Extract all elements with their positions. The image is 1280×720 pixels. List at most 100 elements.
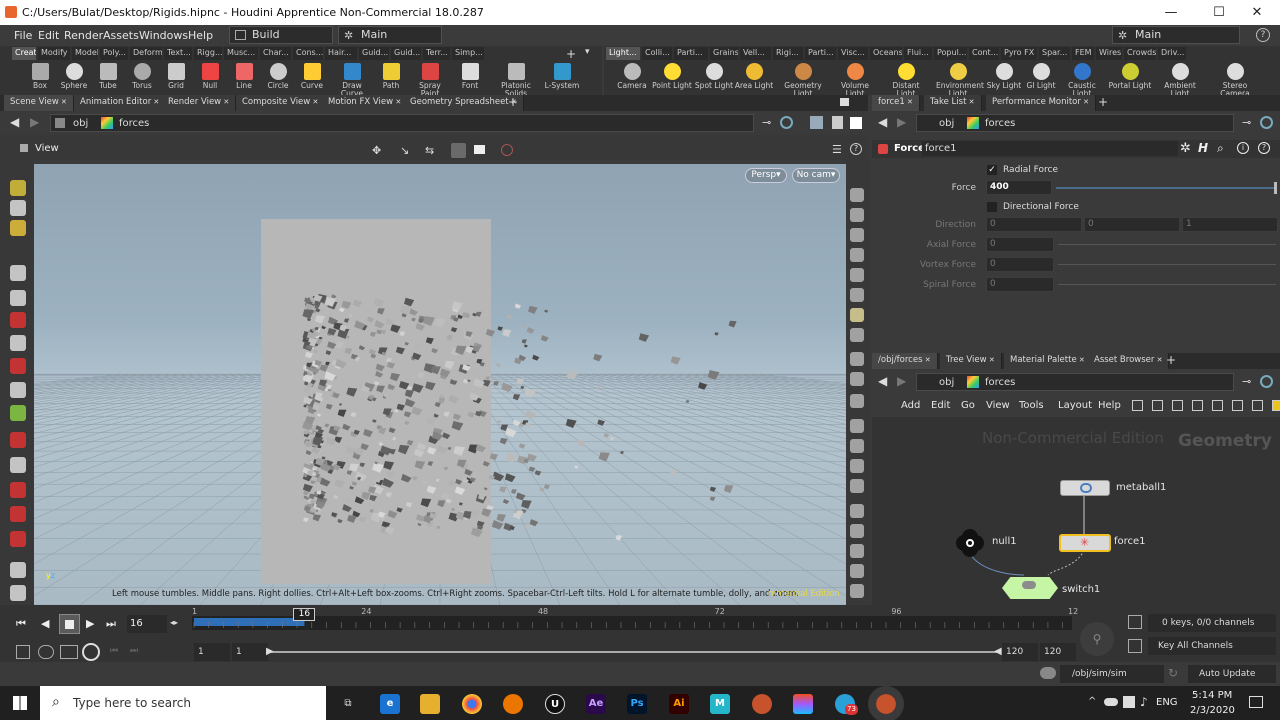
shelf-tab-13[interactable]: Terr...: [423, 47, 450, 60]
shelf-menu-icon[interactable]: ▾: [585, 47, 590, 57]
left-tab-2[interactable]: Render View ✕: [162, 95, 237, 111]
param-path-field[interactable]: obj forces: [916, 114, 1234, 132]
step-arrows-icon[interactable]: ◂▸: [170, 618, 178, 627]
notifications-icon[interactable]: [1249, 696, 1263, 708]
shelf-right-tab-13[interactable]: Spar...: [1039, 47, 1070, 60]
refresh-icon[interactable]: ↻: [1168, 666, 1178, 680]
viewer-help-icon[interactable]: ?: [850, 143, 862, 155]
viewer-tool-3-icon[interactable]: [10, 265, 26, 281]
path-root[interactable]: obj: [73, 118, 88, 129]
sim-path-field[interactable]: /obj/sim/sim: [1060, 665, 1164, 683]
jump-end-icon[interactable]: ⏭: [106, 617, 116, 631]
network-icon[interactable]: [1123, 696, 1135, 708]
key-all-icon[interactable]: [1128, 639, 1142, 653]
link-icon[interactable]: [780, 116, 793, 129]
tool-path-button[interactable]: Path: [371, 63, 411, 90]
snap-icon[interactable]: ↘: [400, 144, 409, 157]
shelf-right-tab-8[interactable]: Oceans: [870, 47, 902, 60]
wrench-icon[interactable]: [1132, 400, 1143, 411]
shelf-right-tab-14[interactable]: FEM: [1072, 47, 1094, 60]
timeline-bar[interactable]: [192, 616, 1072, 630]
help-icon[interactable]: ?: [1256, 28, 1270, 42]
back-arrow-icon[interactable]: ◀: [878, 115, 887, 129]
file-explorer-icon[interactable]: [420, 694, 440, 714]
node-metaball1[interactable]: [1060, 480, 1110, 496]
path-node[interactable]: forces: [985, 377, 1015, 388]
grid-icon[interactable]: [1172, 400, 1183, 411]
figma-icon[interactable]: [793, 694, 813, 714]
shelf-tab-11[interactable]: Guid...: [359, 47, 389, 60]
global-anim-icon[interactable]: [16, 645, 30, 659]
after-effects-icon[interactable]: Ae: [586, 694, 606, 714]
geometry-icon[interactable]: [810, 116, 823, 129]
path-node[interactable]: forces: [985, 118, 1015, 129]
shelf-tab-2[interactable]: Model: [72, 47, 98, 60]
tool-l-system-button[interactable]: L-System: [542, 63, 582, 90]
menu-assets[interactable]: Assets: [103, 29, 139, 42]
light-icon[interactable]: [832, 116, 843, 129]
tool-spot-light-button[interactable]: Spot Light: [692, 63, 736, 90]
tool-stereo-camera-button[interactable]: Stereo Camera: [1213, 63, 1257, 98]
tool-camera-button[interactable]: Camera: [610, 63, 654, 90]
pin-icon[interactable]: ⊸: [762, 116, 771, 129]
shelf-tab-10[interactable]: Hair...: [325, 47, 357, 60]
forward-arrow-icon[interactable]: ▶: [897, 374, 906, 388]
shelf-right-tab-10[interactable]: Popul...: [934, 47, 967, 60]
network-tab-2[interactable]: Material Palette ✕: [1004, 353, 1092, 369]
display-option-14-icon[interactable]: [850, 479, 864, 493]
display-options-icon[interactable]: ☰: [832, 143, 842, 156]
forward-arrow-icon[interactable]: ▶: [897, 115, 906, 129]
display-option-10-icon[interactable]: [850, 394, 864, 408]
display-option-6-icon[interactable]: [850, 308, 864, 322]
taskbar-search-box[interactable]: ⌕ Type here to search: [40, 686, 326, 720]
display-option-8-icon[interactable]: [850, 352, 864, 366]
network-menu-help[interactable]: Help: [1098, 400, 1121, 411]
clock-date[interactable]: 2/3/2020: [1190, 705, 1235, 716]
shelf-tab-0[interactable]: Create: [12, 47, 36, 60]
photoshop-icon[interactable]: Ps: [627, 694, 647, 714]
node-null1[interactable]: [954, 529, 986, 557]
record-icon[interactable]: [501, 144, 513, 156]
search-icon[interactable]: ⌕: [1217, 141, 1224, 156]
houdini-active-icon[interactable]: [868, 686, 904, 720]
realtime-icon[interactable]: [60, 645, 78, 659]
hscript-icon[interactable]: H: [1198, 141, 1208, 155]
close-tab-icon[interactable]: ✕: [966, 98, 975, 106]
start-frame-field[interactable]: 1: [194, 643, 230, 661]
clock-icon[interactable]: [82, 643, 100, 661]
display-option-1-icon[interactable]: [850, 208, 864, 222]
path-field[interactable]: obj forces: [50, 114, 754, 132]
close-tab-icon[interactable]: ✕: [59, 98, 67, 106]
viewer-tool-14-icon[interactable]: [10, 531, 26, 547]
viewer-tool-4-icon[interactable]: [10, 290, 26, 306]
left-tab-3[interactable]: Composite View ✕: [236, 95, 326, 111]
range-end-field[interactable]: 120: [1002, 643, 1038, 661]
direction-y-field[interactable]: 0: [1084, 217, 1180, 232]
viewer-tool-9-icon[interactable]: [10, 405, 26, 421]
force-slider[interactable]: [1056, 187, 1276, 189]
network-menu-layout[interactable]: Layout: [1058, 400, 1092, 411]
network-menu-view[interactable]: View: [986, 400, 1010, 411]
menu-render[interactable]: Render: [64, 29, 103, 42]
force-slider-handle[interactable]: [1274, 182, 1277, 194]
jump-start-icon[interactable]: ⏮: [16, 617, 26, 631]
left-tab-5[interactable]: Geometry Spreadsheet ✕: [404, 95, 524, 111]
shelf-tab-12[interactable]: Guid...: [391, 47, 421, 60]
chrome-icon[interactable]: [462, 694, 482, 714]
left-tab-1[interactable]: Animation Editor ✕: [74, 95, 167, 111]
tray-up-icon[interactable]: ^: [1088, 696, 1096, 707]
tool-draw-curve-button[interactable]: Draw Curve: [332, 63, 372, 98]
shelf-right-tab-12[interactable]: Pyro FX: [1001, 47, 1037, 60]
close-tab-icon[interactable]: ✕: [923, 356, 931, 364]
axial-field[interactable]: 0: [986, 237, 1054, 252]
path-root[interactable]: obj: [939, 377, 954, 388]
display-option-7-icon[interactable]: [850, 328, 864, 342]
tool-portal-light-button[interactable]: Portal Light: [1108, 63, 1152, 90]
radial-checkbox[interactable]: ✓: [987, 165, 997, 175]
close-tab-icon[interactable]: ✕: [221, 98, 229, 106]
left-tab-4[interactable]: Motion FX View ✕: [322, 95, 409, 111]
shelf-tab-9[interactable]: Cons...: [293, 47, 323, 60]
display-option-19-icon[interactable]: [850, 584, 864, 598]
shelf-right-tab-11[interactable]: Cont...: [969, 47, 999, 60]
display-option-3-icon[interactable]: [850, 248, 864, 262]
